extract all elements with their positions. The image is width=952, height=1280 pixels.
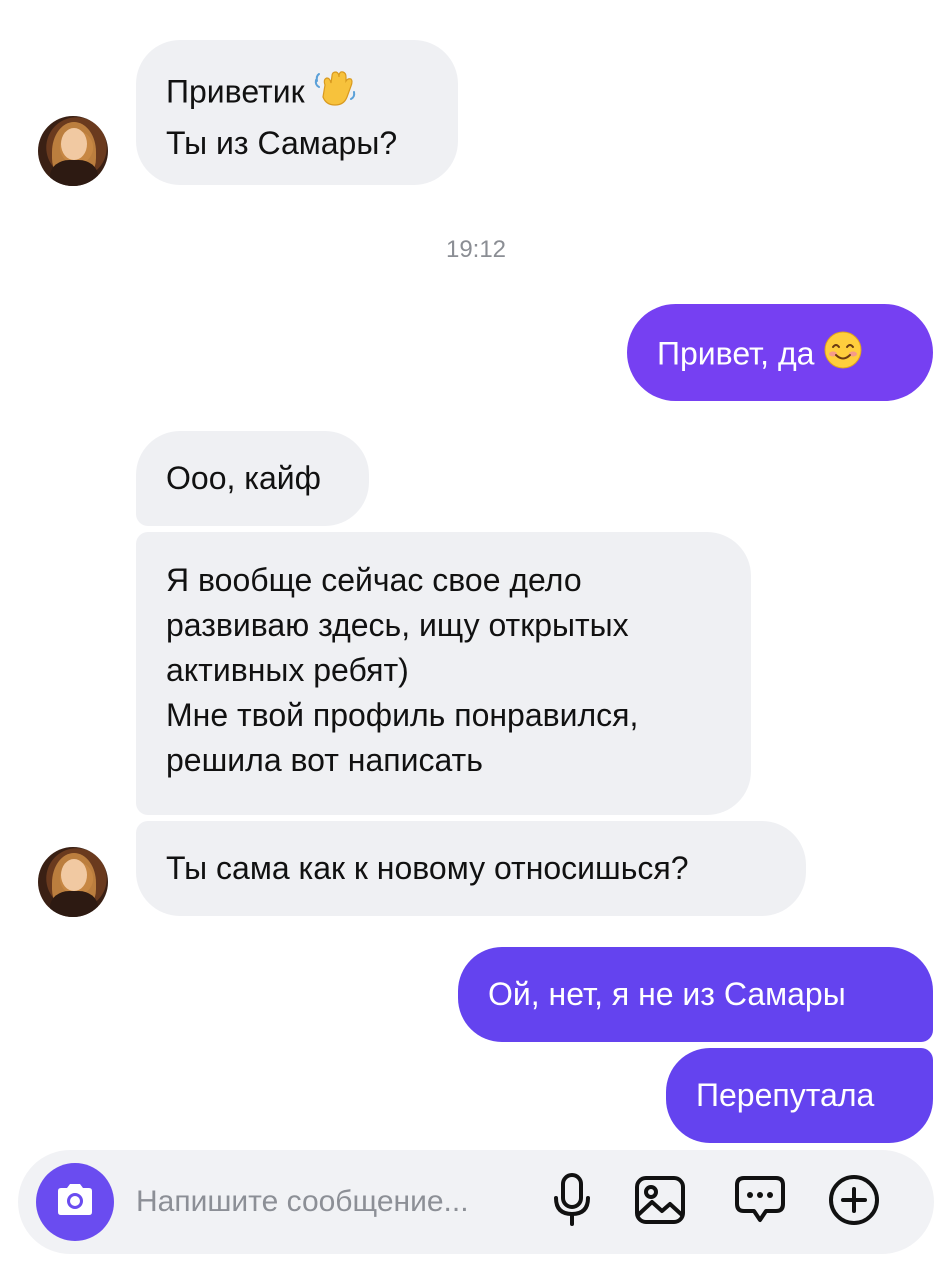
message-text-line: Мне твой профиль понравился,: [166, 697, 639, 733]
smiling-face-emoji-icon: [823, 330, 863, 382]
camera-button[interactable]: [36, 1163, 114, 1241]
contact-avatar[interactable]: [38, 847, 108, 917]
message-text: Перепутала: [696, 1077, 875, 1113]
message-text: Привет, да: [657, 335, 815, 372]
image-icon: [634, 1175, 686, 1230]
voice-message-button[interactable]: [542, 1172, 602, 1232]
incoming-message-bubble[interactable]: Ты сама как к новому относишься?: [136, 821, 806, 916]
message-templates-button[interactable]: [730, 1172, 790, 1232]
message-text: Ты сама как к новому относишься?: [166, 850, 689, 886]
camera-icon: [54, 1182, 96, 1223]
add-attachment-button[interactable]: [824, 1172, 884, 1232]
waving-hand-emoji-icon: [313, 67, 357, 121]
incoming-message-bubble[interactable]: Я вообще сейчас свое дело развиваю здесь…: [136, 532, 751, 815]
message-text-line: активных ребят): [166, 652, 409, 688]
incoming-message-bubble[interactable]: Приветик Ты из Самары?: [136, 40, 458, 185]
outgoing-message-bubble[interactable]: Перепутала: [666, 1048, 933, 1143]
incoming-message-bubble[interactable]: Ооо, кайф: [136, 431, 369, 526]
message-text-line: развиваю здесь, ищу открытых: [166, 607, 629, 643]
message-input[interactable]: [136, 1180, 536, 1224]
outgoing-message-bubble[interactable]: Ой, нет, я не из Самары: [458, 947, 933, 1042]
message-text: Ооо, кайф: [166, 460, 321, 496]
chat-bubble-icon: [733, 1174, 787, 1231]
message-text-line: Приветик: [166, 73, 305, 110]
message-composer: [18, 1150, 934, 1254]
contact-avatar[interactable]: [38, 116, 108, 186]
outgoing-message-bubble[interactable]: Привет, да: [627, 304, 933, 401]
message-text-line: Ты из Самары?: [166, 125, 398, 161]
message-text: Ой, нет, я не из Самары: [488, 976, 846, 1012]
message-text-line: Я вообще сейчас свое дело: [166, 562, 582, 598]
message-text-line: решила вот написать: [166, 742, 483, 778]
message-timestamp: 19:12: [445, 236, 507, 263]
attach-image-button[interactable]: [630, 1172, 690, 1232]
microphone-icon: [552, 1172, 592, 1233]
plus-circle-icon: [827, 1173, 881, 1232]
